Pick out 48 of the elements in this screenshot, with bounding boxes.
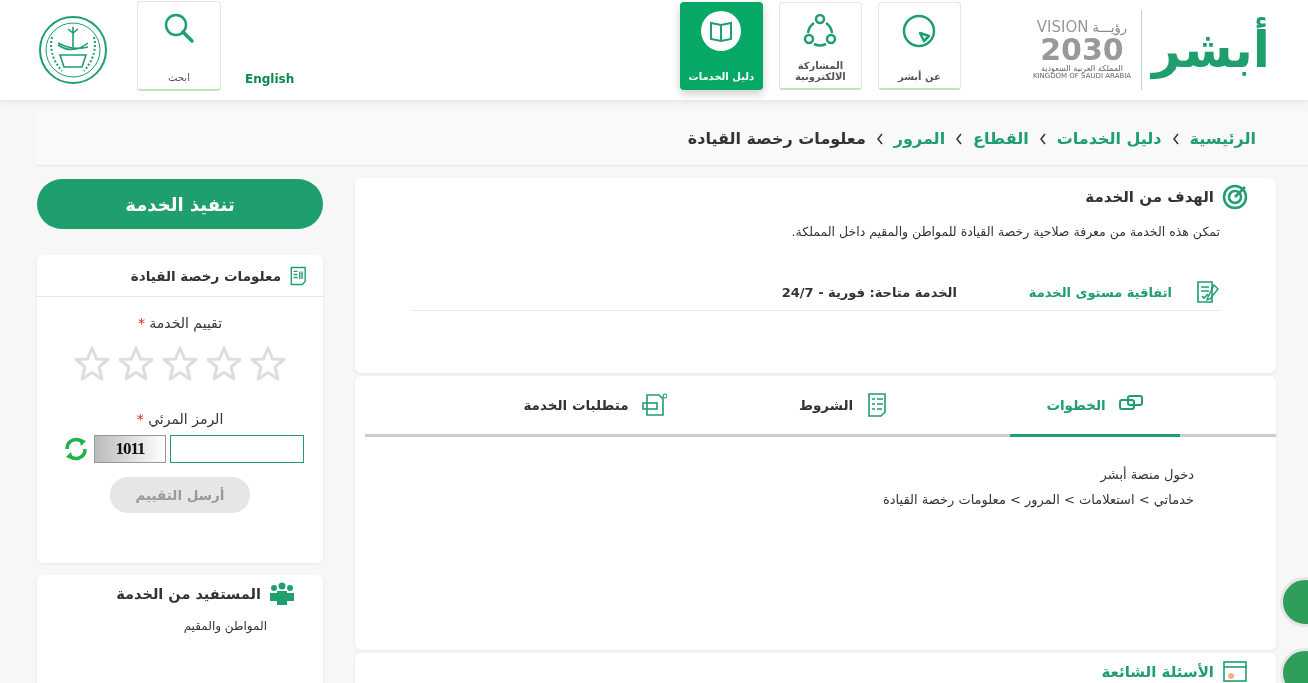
book-icon (701, 11, 742, 51)
sla-link[interactable]: اتفاقية مستوى الخدمة (1028, 284, 1172, 300)
goal-description: تمكن هذه الخدمة من معرفة صلاحية رخصة القيادة للمواطن والمقيم داخل المملكة. (790, 224, 1220, 239)
document-icon (1194, 279, 1220, 305)
execute-service-button[interactable]: تنفيذ الخدمة (37, 179, 323, 229)
availability-text: الخدمة متاحة: فورية - 24/7 (781, 284, 957, 300)
breadcrumb-link[interactable]: الرئيسية (1189, 129, 1256, 148)
rating-label: تقييم الخدمة * (136, 315, 224, 331)
star-icon[interactable] (117, 345, 155, 383)
document-icon (640, 392, 667, 418)
document-icon (289, 265, 309, 286)
language-link[interactable]: English (245, 72, 295, 86)
step-text: خدماتي > استعلامات > المرور > معلومات رخصة القيادة (881, 492, 1194, 507)
star-icon[interactable] (205, 345, 243, 383)
chevron-icon (1171, 132, 1180, 145)
section-title: الهدف من الخدمة (1085, 188, 1214, 206)
tab[interactable]: الخطوات (1010, 376, 1180, 437)
captcha-image: 1011 (94, 435, 166, 463)
nav-tile[interactable]: المشاركة الالكترونية (778, 2, 862, 90)
section-title: الأسئلة الشائعة (1101, 663, 1214, 681)
captcha-field[interactable] (170, 435, 304, 463)
tab[interactable]: الشروط (760, 376, 930, 437)
star-icon[interactable] (161, 345, 199, 383)
nav-tile[interactable]: عن أبشر (877, 2, 961, 90)
breadcrumb-link[interactable]: المرور (893, 129, 946, 148)
browser-icon (1222, 659, 1248, 683)
emblem-icon (38, 15, 108, 85)
people-icon (269, 581, 295, 607)
beneficiary-text: المواطن والمقيم (182, 619, 267, 633)
search-icon (163, 12, 195, 44)
step-text: دخول منصة أبشر (1099, 467, 1194, 482)
star-icon[interactable] (249, 345, 287, 383)
breadcrumb-link[interactable]: معلومات رخصة القيادة (687, 129, 866, 148)
refresh-icon[interactable] (62, 435, 90, 463)
chevron-icon (955, 132, 964, 145)
captcha-label: الرمز المرئي * (135, 411, 225, 427)
brand-logo[interactable]: أبشر (1141, 10, 1270, 90)
nav-tile[interactable]: دليل الخدمات (679, 2, 763, 90)
search-button[interactable]: ابحث (137, 1, 221, 91)
card-title: معلومات رخصة القيادة (130, 267, 281, 284)
breadcrumb-link[interactable]: القطاع (973, 129, 1029, 148)
chevron-icon (875, 132, 884, 145)
chevron-icon (1038, 132, 1047, 145)
card-title: المستفيد من الخدمة (116, 586, 261, 602)
star-icon[interactable] (73, 345, 111, 383)
tab[interactable]: متطلبات الخدمة (510, 376, 680, 437)
breadcrumb-link[interactable]: دليل الخدمات (1056, 129, 1162, 148)
target-icon (1222, 184, 1248, 210)
